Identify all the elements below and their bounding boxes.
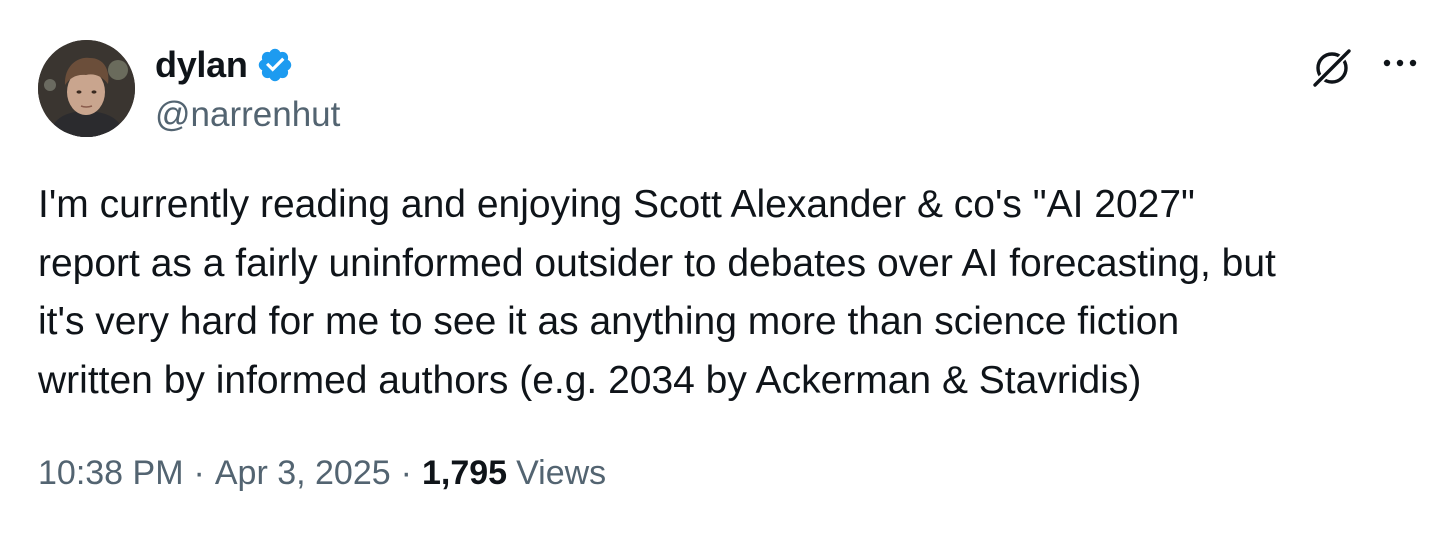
verified-badge-icon: [258, 48, 291, 82]
tweet-date[interactable]: Apr 3, 2025: [215, 450, 391, 496]
avatar[interactable]: [38, 40, 135, 137]
tweet-time[interactable]: 10:38 PM: [38, 450, 184, 496]
tweet-metadata: 10:38 PM · Apr 3, 2025 · 1,795 Views: [38, 450, 606, 496]
separator-dot: ·: [400, 454, 412, 492]
display-name[interactable]: dylan: [155, 44, 248, 86]
tweet-text: I'm currently reading and enjoying Scott…: [38, 183, 1276, 402]
views-count: 1,795: [421, 454, 508, 492]
views-label: Views: [516, 454, 607, 492]
more-options-icon[interactable]: [1381, 56, 1419, 70]
separator-dot: ·: [193, 454, 205, 492]
author-name-row: dylan: [155, 44, 294, 86]
tweet-card: dylan @narrenhut I'm currently reading a…: [0, 0, 1456, 538]
grok-icon[interactable]: [1309, 44, 1355, 90]
author-handle[interactable]: @narrenhut: [155, 94, 340, 136]
avatar-photo: [38, 40, 135, 137]
